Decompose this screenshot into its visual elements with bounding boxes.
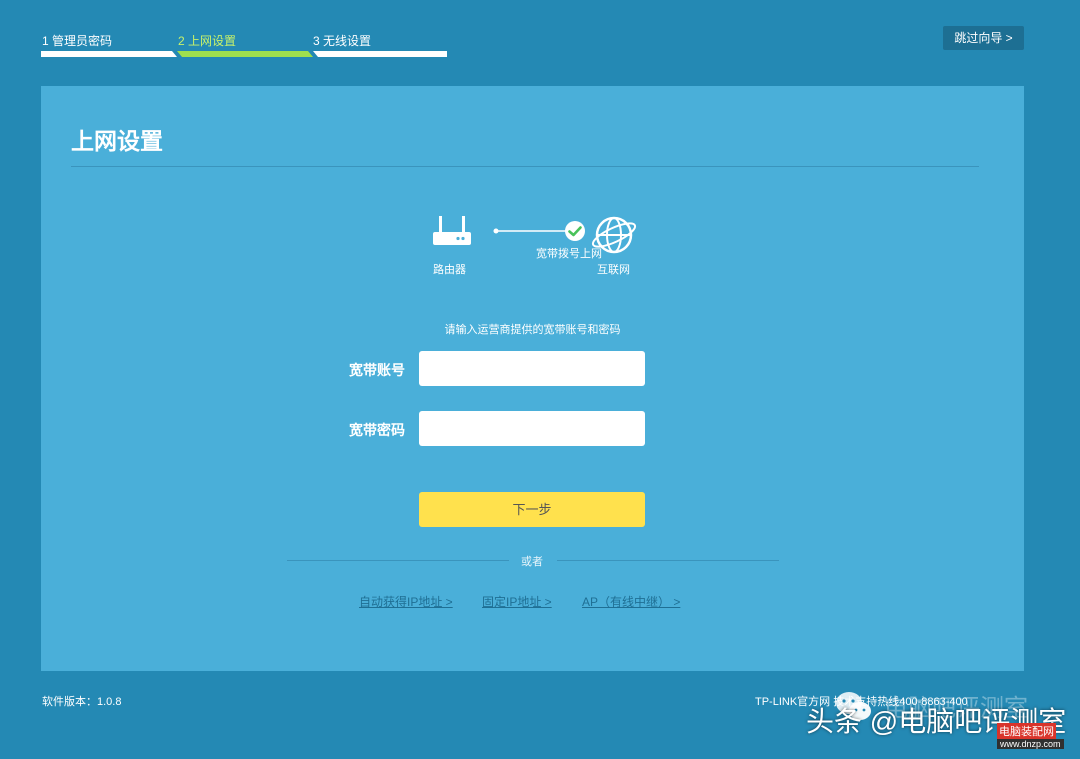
watermark-logo-url: www.dnzp.com [997, 739, 1064, 749]
ap-wired-relay-link[interactable]: AP（有线中继） > [582, 593, 680, 610]
credentials-hint: 请输入运营商提供的宽带账号和密码 [444, 324, 621, 336]
or-label: 或者 [521, 556, 543, 568]
broadband-account-input[interactable] [419, 351, 645, 386]
globe-icon [591, 216, 637, 254]
static-ip-link[interactable]: 固定IP地址 > [482, 593, 552, 610]
internet-settings-panel: 上网设置 路由器 宽带拨号上网 互联网 请输入运营商提供的宽带账号和密码 宽带账… [41, 86, 1024, 671]
connection-line [493, 228, 573, 234]
next-step-button[interactable]: 下一步 [419, 492, 645, 527]
page-title: 上网设置 [71, 128, 163, 154]
connection-diagram: 路由器 宽带拨号上网 互联网 [421, 212, 641, 282]
title-divider [71, 166, 979, 167]
check-circle-icon [565, 221, 585, 241]
watermark-logo: 电脑装配网 www.dnzp.com [997, 723, 1064, 753]
step-bar-wireless-settings [313, 51, 447, 57]
account-label: 宽带账号 [349, 362, 405, 378]
internet-label: 互联网 [597, 264, 630, 276]
step-admin-password: 1 管理员密码 [42, 34, 113, 48]
broadband-password-input[interactable] [419, 411, 645, 446]
watermark-logo-title: 电脑装配网 [997, 723, 1056, 739]
router-icon [433, 216, 471, 245]
router-label: 路由器 [433, 264, 466, 276]
step-wireless-settings: 3 无线设置 [313, 34, 372, 48]
software-version: 软件版本：1.0.8 [42, 696, 122, 708]
skip-wizard-button[interactable]: 跳过向导 > [943, 26, 1024, 50]
step-internet-settings: 2 上网设置 [178, 34, 237, 48]
step-bar-internet-settings [177, 51, 313, 57]
password-label: 宽带密码 [349, 422, 405, 438]
or-divider-right [557, 560, 779, 561]
or-divider-left [287, 560, 509, 561]
step-bar-admin-password [41, 51, 177, 57]
dynamic-ip-link[interactable]: 自动获得IP地址 > [359, 593, 453, 610]
